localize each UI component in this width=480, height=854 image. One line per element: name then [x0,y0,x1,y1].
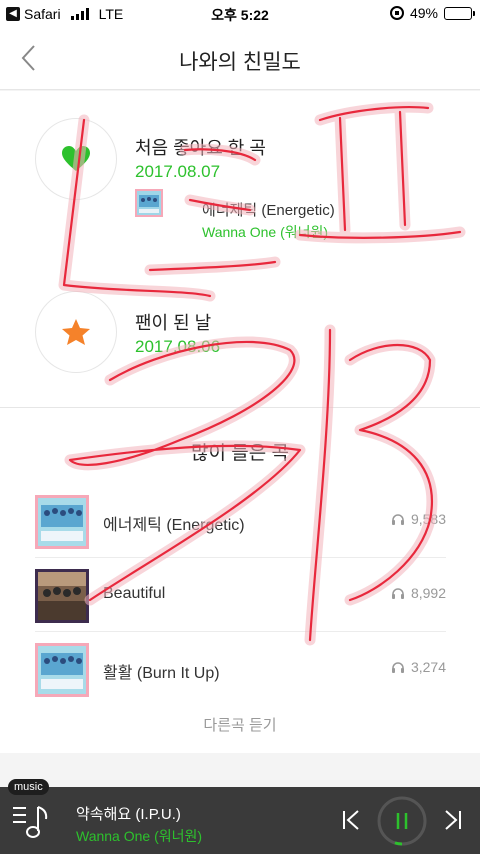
play-count: 3,274 [391,659,446,675]
mini-player: music 약속해요 (I.P.U.) Wanna One (워너원) [0,779,480,854]
milestone-label: 처음 좋아요 한 곡 [135,138,266,158]
album-cover-energetic [35,495,89,549]
next-button[interactable] [440,805,468,835]
play-count-value: 8,992 [410,585,446,601]
now-playing-artist: Wanna One (워너원) [76,828,203,844]
milestone-date: 2017.08.06 [135,337,221,356]
play-count: 9,583 [391,511,446,527]
heart-icon [62,146,90,171]
playlist-button[interactable] [12,803,52,841]
rotation-lock-icon [389,6,404,20]
play-count: 8,992 [391,585,446,601]
play-count-value: 9,583 [410,511,446,527]
skip-previous-icon [343,810,359,830]
previous-button[interactable] [338,805,366,835]
track-title: Beautiful [103,585,166,602]
album-cover-energetic [135,189,163,217]
pause-button[interactable] [376,795,428,847]
pause-progress-ring [377,796,427,846]
section-divider [0,407,480,408]
track-title: 활활 (Burn It Up) [103,665,220,682]
page-title: 나와의 친밀도 [179,51,301,74]
battery-icon [444,6,475,20]
milestone-label: 팬이 된 날 [135,313,212,333]
star-icon [62,319,90,345]
now-playing-title: 약속해요 (I.P.U.) [76,806,181,823]
track-row[interactable]: 활활 (Burn It Up) 3,274 [0,633,480,705]
most-played-title: 많이 들은 곡 [191,443,289,464]
song-title: 에너제틱 (Energetic) [202,202,335,219]
play-count-value: 3,274 [410,659,446,675]
headphones-icon [391,514,404,525]
status-bar: ◀ Safari LTE 오후 5:22 49% [0,0,480,26]
more-songs-link[interactable]: 다른곡 듣기 [0,714,480,735]
skip-next-icon [445,810,461,830]
battery-percent: 49% [409,5,438,21]
song-artist: Wanna One (워너원) [202,224,329,240]
headphones-icon [391,662,404,673]
header: 나와의 친밀도 [0,26,480,90]
milestone-date: 2017.08.07 [135,162,221,181]
star-badge [35,291,117,373]
album-cover-burn-it-up [35,643,89,697]
playlist-icon [13,806,48,838]
album-cover-beautiful [35,569,89,623]
track-title: 에너제틱 (Energetic) [103,517,245,534]
headphones-icon [391,588,404,599]
heart-badge [35,118,117,200]
track-row[interactable]: Beautiful 8,992 [0,559,480,631]
track-row[interactable]: 에너제틱 (Energetic) 9,583 [0,485,480,557]
content-panel: 처음 좋아요 한 곡 2017.08.07 에너제틱 (Energetic) W… [0,91,480,753]
track-divider [35,631,446,632]
track-divider [35,557,446,558]
music-tag: music [8,779,49,795]
